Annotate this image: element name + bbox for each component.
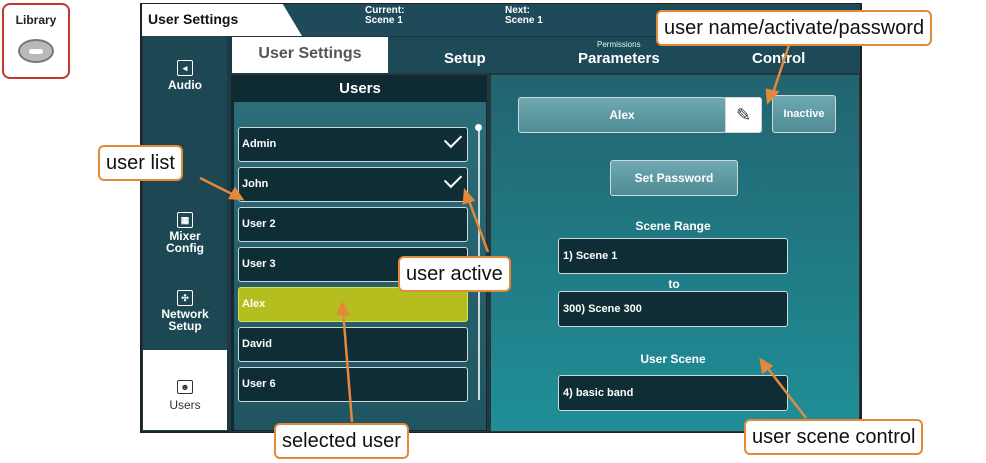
arrow-user-list xyxy=(199,176,237,198)
arrowhead xyxy=(227,186,245,201)
callout-selected-user: selected user xyxy=(274,423,409,459)
callout-user-active: user active xyxy=(398,256,511,292)
arrow-user-scene xyxy=(765,365,807,419)
arrow-user-active xyxy=(466,197,490,253)
callout-user-scene-control: user scene control xyxy=(744,419,924,455)
callout-arrows xyxy=(199,41,807,423)
arrow-name-activate xyxy=(770,41,792,97)
arrowhead xyxy=(765,88,780,105)
callout-user-list: user list xyxy=(98,145,183,181)
arrowhead xyxy=(336,299,351,316)
arrow-selected-user xyxy=(341,309,354,423)
arrowhead xyxy=(462,187,476,205)
callout-user-name-activate-password: user name/activate/password xyxy=(656,10,933,46)
